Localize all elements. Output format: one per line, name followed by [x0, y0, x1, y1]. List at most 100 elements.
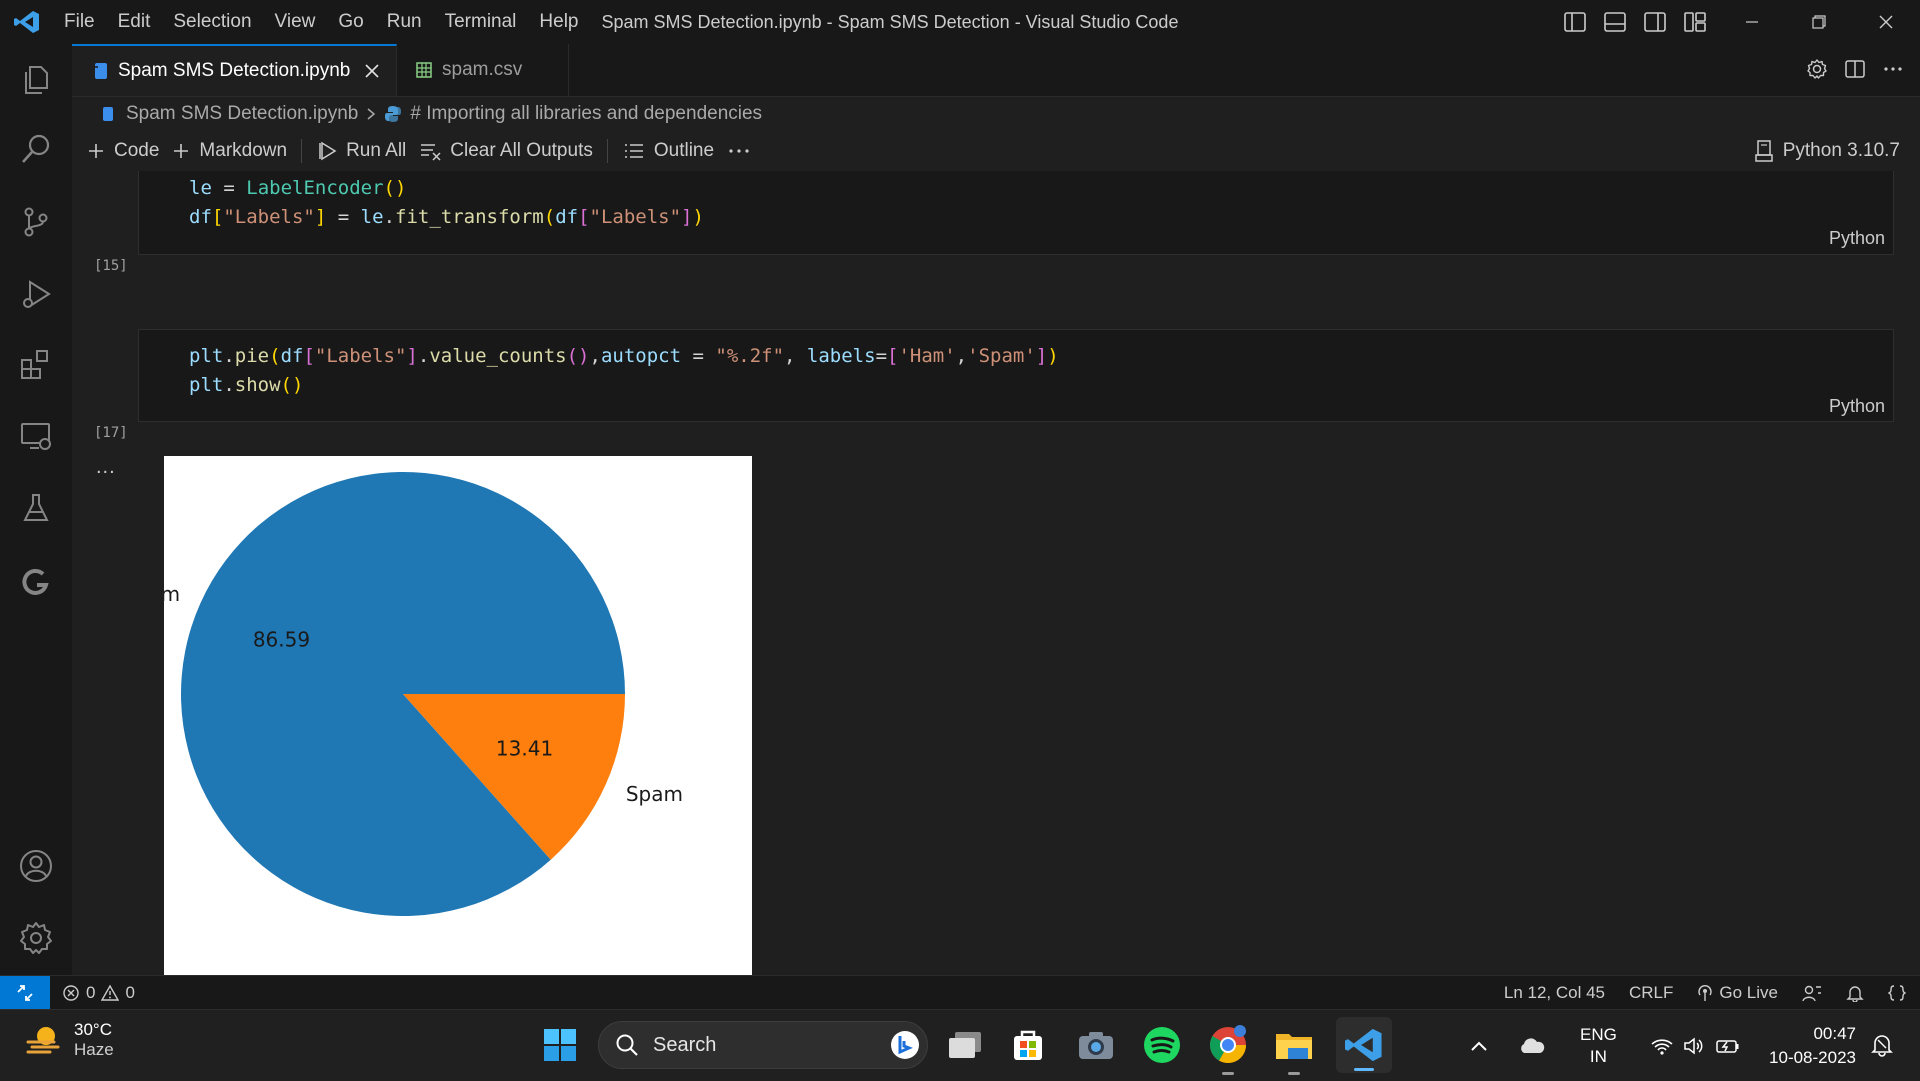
- customize-layout-icon[interactable]: [1682, 10, 1708, 34]
- pie-value-label: 13.41: [496, 736, 553, 760]
- vscode-taskbar-icon[interactable]: [1336, 1017, 1392, 1073]
- go-live-button[interactable]: Go Live: [1697, 983, 1778, 1003]
- weather-widget[interactable]: 30°C Haze: [24, 1020, 114, 1060]
- pie-chart: 86.59 Ham 13.41 Spam: [164, 472, 683, 916]
- close-window-icon[interactable]: [1852, 0, 1919, 44]
- toggle-primary-sidebar-icon[interactable]: [1562, 10, 1588, 34]
- taskbar-search-box[interactable]: Search: [598, 1021, 928, 1069]
- testing-icon[interactable]: [14, 486, 58, 530]
- menu-go[interactable]: Go: [338, 11, 363, 33]
- more-actions-icon[interactable]: [1882, 58, 1904, 80]
- line-ending[interactable]: CRLF: [1629, 983, 1673, 1003]
- grammarly-icon[interactable]: [14, 560, 58, 604]
- notebook-toolbar: Code Markdown Run All Clear All Outputs …: [72, 131, 1920, 171]
- menu-run[interactable]: Run: [387, 11, 422, 33]
- language-code: ENG: [1580, 1024, 1617, 1044]
- code-line[interactable]: plt.show(): [189, 371, 303, 400]
- tab-close-icon[interactable]: [364, 63, 380, 79]
- breadcrumb-section[interactable]: # Importing all libraries and dependenci…: [410, 103, 762, 125]
- kernel-picker[interactable]: Python 3.10.7: [1754, 131, 1900, 171]
- remote-explorer-icon[interactable]: [14, 414, 58, 458]
- windows-taskbar: 30°C Haze Search ENG IN 00:47 10-08-2023: [0, 1009, 1920, 1081]
- run-all-label: Run All: [346, 140, 407, 161]
- onedrive-cloud-icon[interactable]: [1518, 1037, 1546, 1055]
- accounts-icon[interactable]: [14, 844, 58, 888]
- code-cell[interactable]: plt.pie(df["Labels"].value_counts(),auto…: [138, 329, 1894, 422]
- search-placeholder: Search: [653, 1033, 717, 1056]
- tab-notebook-label: Spam SMS Detection.ipynb: [118, 60, 351, 81]
- remote-indicator-icon[interactable]: [0, 976, 50, 1010]
- problems-indicator[interactable]: 0 0: [62, 976, 135, 1010]
- chrome-icon[interactable]: [1206, 1023, 1250, 1075]
- active-indicator: [1354, 1068, 1374, 1071]
- tab-spam-csv[interactable]: spam.csv: [398, 44, 569, 96]
- microsoft-store-icon[interactable]: [1006, 1023, 1050, 1067]
- menu-edit[interactable]: Edit: [118, 11, 151, 33]
- toggle-secondary-sidebar-icon[interactable]: [1642, 10, 1668, 34]
- accounts-sync-icon[interactable]: [1802, 984, 1822, 1002]
- code-line[interactable]: plt.pie(df["Labels"].value_counts(),auto…: [189, 342, 1059, 371]
- search-icon: [615, 1033, 639, 1057]
- clear-all-icon: [420, 141, 442, 161]
- outline-button[interactable]: Outline: [624, 140, 714, 162]
- plus-icon: [173, 143, 189, 159]
- cursor-position[interactable]: Ln 12, Col 45: [1504, 983, 1605, 1003]
- cell-language[interactable]: Python: [1829, 228, 1885, 249]
- explorer-icon[interactable]: [14, 58, 58, 102]
- tab-spam-csv-label: spam.csv: [442, 59, 523, 80]
- breadcrumb: Spam SMS Detection.ipynb # Importing all…: [72, 97, 1920, 131]
- spotify-icon[interactable]: [1140, 1023, 1184, 1067]
- add-code-cell-button[interactable]: Code: [88, 140, 159, 162]
- outline-label: Outline: [653, 140, 715, 161]
- clear-all-outputs-label: Clear All Outputs: [450, 140, 593, 161]
- source-control-icon[interactable]: [14, 200, 58, 244]
- battery-charging-icon[interactable]: [1715, 1036, 1741, 1056]
- windows-start-icon[interactable]: [538, 1023, 582, 1067]
- breadcrumb-file[interactable]: Spam SMS Detection.ipynb: [126, 103, 358, 125]
- pie-category-label: Spam: [626, 782, 683, 806]
- menu-view[interactable]: View: [275, 11, 316, 33]
- search-icon[interactable]: [14, 127, 58, 171]
- settings-gear-small-icon[interactable]: [1806, 58, 1828, 80]
- execution-count: [15]: [94, 258, 128, 274]
- go-live-label: Go Live: [1719, 983, 1778, 1002]
- clear-all-outputs-button[interactable]: Clear All Outputs: [420, 140, 593, 162]
- extensions-icon[interactable]: [14, 342, 58, 386]
- notifications-bell-icon[interactable]: [1846, 984, 1864, 1002]
- split-editor-icon[interactable]: [1844, 58, 1866, 80]
- run-debug-icon[interactable]: [14, 272, 58, 316]
- pie-value-label: 86.59: [253, 628, 310, 652]
- menu-selection[interactable]: Selection: [173, 11, 251, 33]
- clock[interactable]: 00:47 10-08-2023: [1756, 1022, 1856, 1070]
- python-icon: [384, 105, 402, 123]
- minimize-icon[interactable]: [1718, 0, 1785, 44]
- add-markdown-cell-button[interactable]: Markdown: [173, 140, 287, 162]
- menu-terminal[interactable]: Terminal: [445, 11, 517, 33]
- code-line[interactable]: le = LabelEncoder(): [189, 174, 406, 203]
- menu-file[interactable]: File: [64, 11, 95, 33]
- output-more-actions[interactable]: ...: [96, 456, 116, 479]
- clock-date: 10-08-2023: [1769, 1048, 1856, 1067]
- language-status-icon[interactable]: [1888, 984, 1906, 1002]
- chevron-up-icon[interactable]: [1470, 1040, 1488, 1052]
- vscode-logo-icon: [14, 10, 40, 34]
- outline-icon: [624, 142, 644, 160]
- restore-icon[interactable]: [1785, 0, 1852, 44]
- camera-app-icon[interactable]: [1074, 1023, 1118, 1067]
- toolbar-more-icon[interactable]: [728, 146, 750, 156]
- code-line[interactable]: df["Labels"] = le.fit_transform(df["Labe…: [189, 203, 704, 232]
- warning-count: 0: [125, 983, 135, 1002]
- wifi-icon[interactable]: [1651, 1037, 1673, 1055]
- code-cell[interactable]: le = LabelEncoder() df["Labels"] = le.fi…: [138, 171, 1894, 255]
- cell-output-figure: 86.59 Ham 13.41 Spam: [164, 456, 752, 975]
- volume-icon[interactable]: [1683, 1036, 1705, 1056]
- notification-center-icon[interactable]: [1860, 1023, 1904, 1067]
- tab-notebook[interactable]: Spam SMS Detection.ipynb: [72, 44, 397, 96]
- file-explorer-icon[interactable]: [1272, 1023, 1316, 1075]
- settings-gear-icon[interactable]: [14, 916, 58, 960]
- input-language[interactable]: ENG IN: [1580, 1024, 1617, 1068]
- cell-language[interactable]: Python: [1829, 396, 1885, 417]
- task-view-icon[interactable]: [943, 1023, 987, 1067]
- toggle-panel-icon[interactable]: [1602, 10, 1628, 34]
- run-all-button[interactable]: Run All: [318, 140, 406, 162]
